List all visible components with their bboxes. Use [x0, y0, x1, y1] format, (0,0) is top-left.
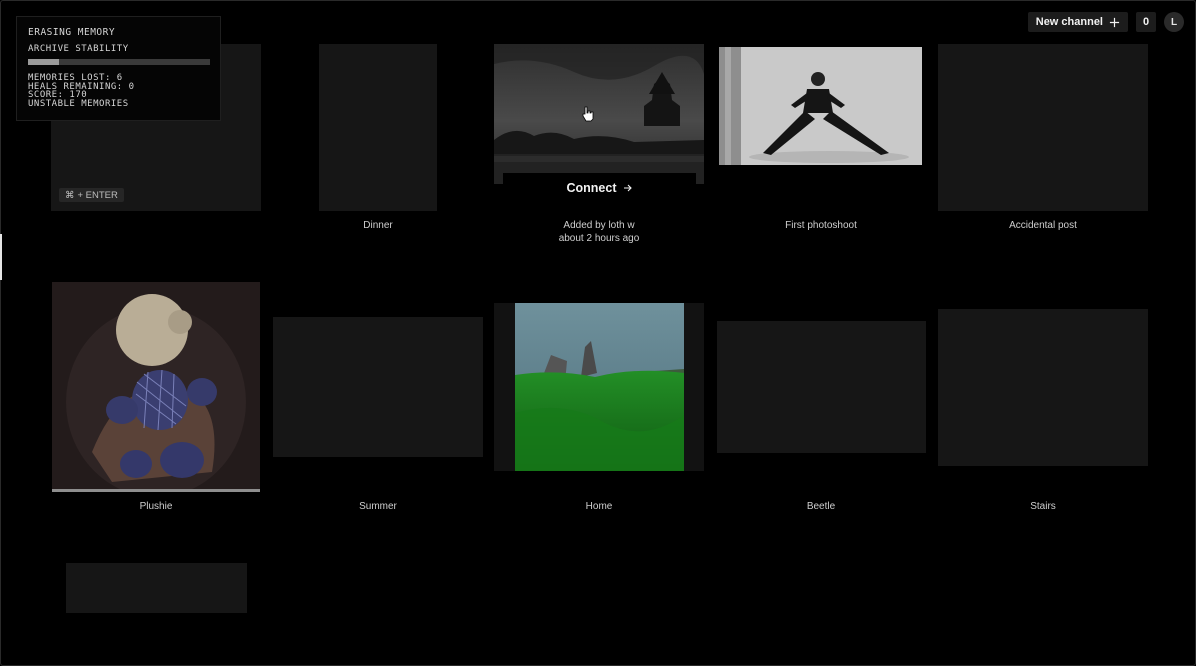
shortcut-hint: ⌘ + ENTER: [59, 188, 124, 202]
added-by: Added by loth w: [563, 220, 635, 231]
card-first-photoshoot[interactable]: [719, 47, 922, 165]
stability-bar: [28, 59, 210, 65]
topbar: New channel 0 L: [1027, 12, 1184, 32]
avatar[interactable]: L: [1164, 12, 1184, 32]
caption-stairs: Stairs: [1030, 501, 1056, 512]
command-icon: ⌘: [65, 189, 75, 201]
caption-home: Home: [585, 501, 613, 512]
count-badge[interactable]: 0: [1136, 12, 1156, 32]
card-beetle[interactable]: [717, 321, 926, 453]
shortcut-hint-text: + ENTER: [77, 189, 118, 201]
caption-plushie: Plushie: [139, 501, 173, 512]
new-channel-button[interactable]: New channel: [1027, 12, 1128, 32]
connect-button[interactable]: Connect: [503, 173, 696, 203]
hud-title: ERASING MEMORY: [28, 27, 116, 38]
card-stairs[interactable]: [938, 309, 1148, 466]
card-accidental-post[interactable]: [938, 44, 1148, 211]
caption-accidental-post: Accidental post: [1009, 220, 1077, 231]
caption-dinner: Dinner: [363, 220, 393, 231]
hand-cursor-icon: [582, 106, 594, 122]
stability-bar-fill: [28, 59, 59, 65]
card-dinner[interactable]: [319, 44, 437, 211]
card-plushie[interactable]: [52, 282, 260, 492]
added-time: about 2 hours ago: [558, 233, 640, 244]
unstable-memories: UNSTABLE MEMORIES: [28, 98, 129, 109]
card-untitled[interactable]: [66, 563, 247, 613]
connect-label: Connect: [566, 181, 617, 195]
hud-stats: MEMORIES LOST: 6 HEALS REMAINING: 0 SCOR…: [28, 74, 209, 108]
edge-scroll-marker: [0, 234, 2, 280]
card-summer[interactable]: [273, 317, 483, 457]
caption-first-photoshoot: First photoshoot: [785, 220, 857, 231]
card-home-image: [515, 303, 684, 471]
caption-beetle: Beetle: [806, 501, 836, 512]
card-castle-photo[interactable]: [494, 44, 704, 184]
memory-hud: ERASING MEMORY ARCHIVE STABILITY MEMORIE…: [16, 16, 221, 121]
stability-label: ARCHIVE STABILITY: [28, 44, 129, 54]
new-channel-label: New channel: [1035, 16, 1103, 28]
arrow-right-icon: [623, 184, 632, 192]
plus-icon: [1109, 17, 1120, 27]
caption-summer: Summer: [359, 501, 397, 512]
